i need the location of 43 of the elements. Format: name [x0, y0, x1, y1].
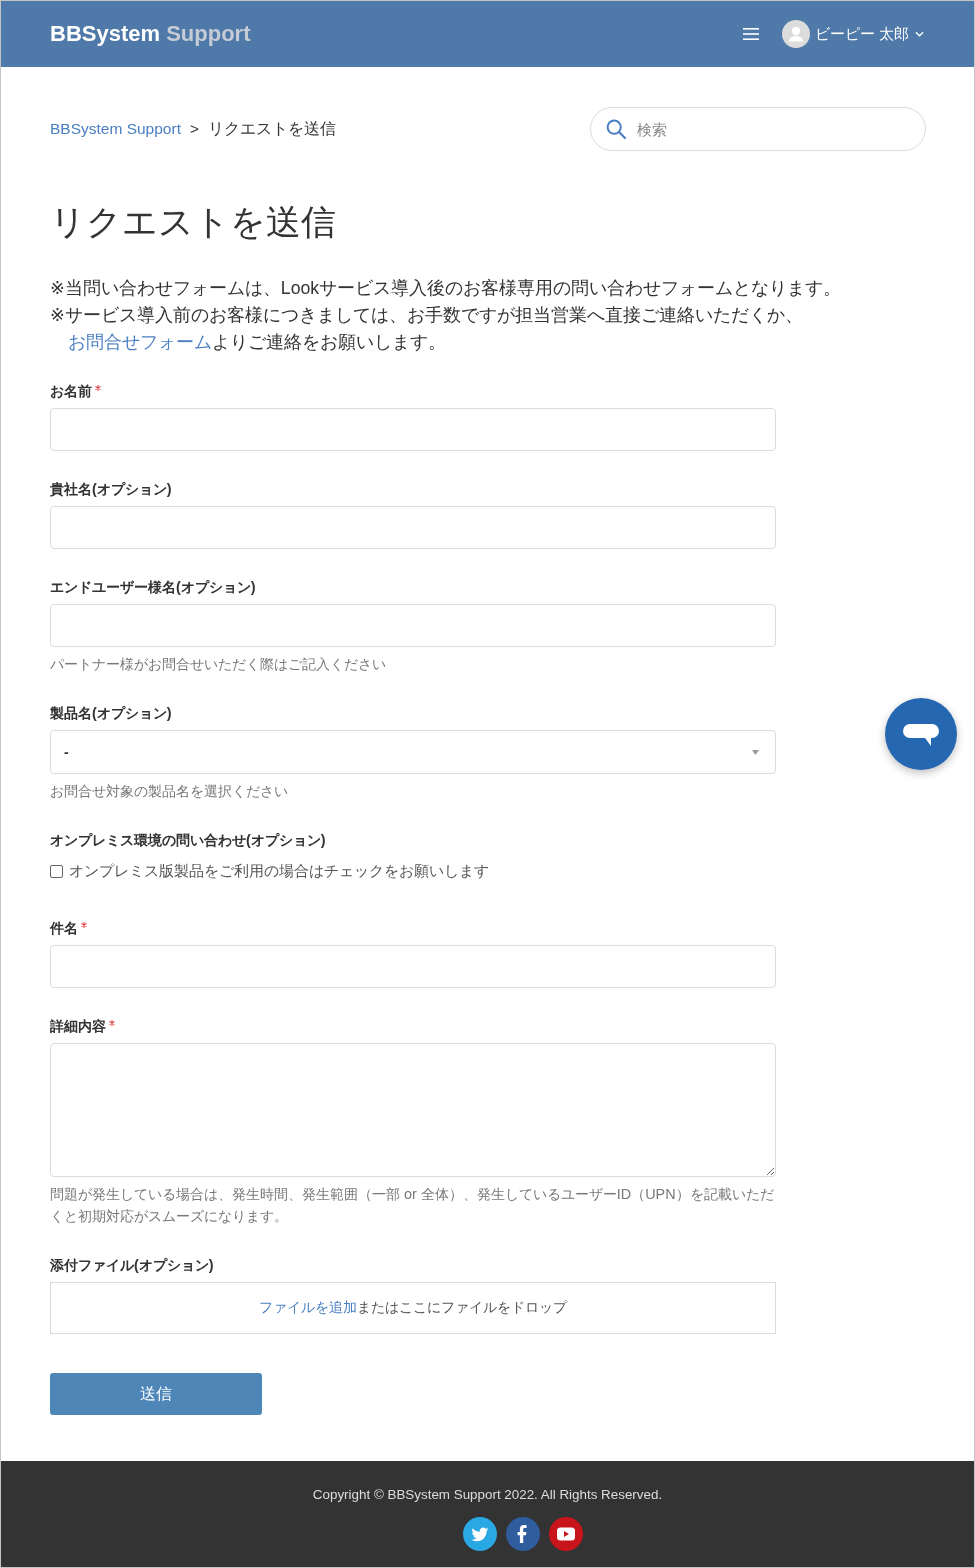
submit-button[interactable]: 送信	[50, 1373, 262, 1415]
field-label: 添付ファイル(オプション)	[50, 1256, 214, 1275]
field-label: エンドユーザー様名(オプション)	[50, 578, 256, 597]
file-drop-zone[interactable]: ファイルを追加 またはここにファイルをドロップ	[50, 1282, 776, 1334]
f-logo-icon[interactable]	[505, 1517, 540, 1551]
field-hint: お問合せ対象の製品名を選択ください	[50, 782, 289, 801]
field-label: お名前	[50, 382, 92, 401]
breadcrumb-current: リクエストを送信	[208, 118, 336, 139]
search-icon	[606, 119, 626, 139]
field-label: 詳細内容	[50, 1017, 106, 1036]
page-title: リクエストを送信	[50, 201, 337, 243]
chevron-down-icon	[915, 31, 924, 37]
field-hint: 問題が発生している場合は、発生時間、発生範囲（一部 or 全体）、発生しているユーザーID（UPN）を記載いただくと初期対応がスムーズになります。	[50, 1185, 775, 1226]
breadcrumb-link[interactable]: BBSystem Support	[50, 120, 181, 138]
field-label: 製品名(オプション)	[50, 704, 172, 723]
field-label: 件名	[50, 919, 78, 938]
copyright-text: Copyright © BBSystem Support 2022. All Rights Reserved.	[312, 1486, 663, 1504]
bird-icon[interactable]	[462, 1517, 497, 1551]
field-label: 貴社名(オプション)	[50, 480, 172, 499]
checkbox-label[interactable]: オンプレミス版製品をご利用の場合はチェックをお願いします	[69, 861, 489, 881]
contact-form-link[interactable]: お問合せフォーム	[67, 332, 212, 352]
search-field[interactable]: 検索	[590, 107, 926, 151]
breadcrumb-separator: >	[189, 120, 199, 138]
field-label: オンプレミス環境の問い合わせ(オプション)	[50, 831, 326, 850]
site-logo[interactable]: BBSystem Support	[50, 21, 251, 47]
user-menu-button[interactable]: ビーピー 太郎	[814, 24, 924, 44]
dropdown-select[interactable]: -	[50, 730, 776, 774]
text-input-field[interactable]	[50, 506, 776, 549]
text-input-field[interactable]	[50, 408, 776, 451]
menu-icon[interactable]	[742, 28, 759, 40]
text-input-field[interactable]	[50, 604, 776, 647]
avatar-icon	[781, 20, 810, 48]
checkbox[interactable]	[50, 864, 63, 878]
add-file-link[interactable]: ファイルを追加	[259, 1299, 357, 1317]
chat-button[interactable]	[885, 698, 957, 770]
text-input-field[interactable]	[50, 945, 776, 988]
notice-text: ※当問い合わせフォームは、Lookサービス導入後のお客様専用の問い合わせフォームとなります。	[50, 277, 843, 300]
notice-text: ※サービス導入前のお客様につきましては、お手数ですが担当営業へ直接ご連絡いただくか、 お問合せフォームよりご連絡をお願いします。	[50, 304, 804, 354]
play-icon[interactable]	[548, 1517, 583, 1551]
caret-down-icon	[752, 749, 759, 755]
field-hint: パートナー様がお問合せいただく際はご記入ください	[50, 655, 387, 674]
drop-hint-text: またはここにファイルをドロップ	[357, 1299, 567, 1317]
textarea-field[interactable]	[50, 1043, 776, 1177]
